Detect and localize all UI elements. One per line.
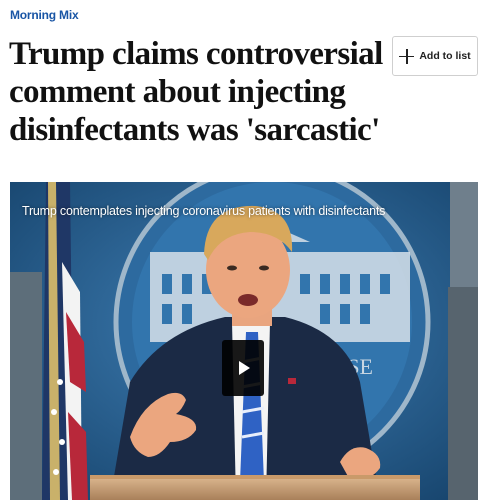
video-player[interactable]: ISE Trump contemplates injecting coronav… [10, 182, 478, 500]
headline-line-3: disinfectants was 'sarcastic' [9, 112, 380, 148]
article-headline: Trump claims controversial comment about… [9, 35, 383, 149]
add-to-list-button[interactable]: Add to list [392, 36, 478, 76]
plus-icon [399, 48, 415, 64]
play-button[interactable] [222, 340, 264, 396]
podium [90, 478, 420, 500]
play-icon [239, 361, 250, 375]
video-caption: Trump contemplates injecting coronavirus… [22, 204, 386, 218]
headline-line-1: Trump claims controversial [9, 36, 383, 72]
add-to-list-label: Add to list [419, 50, 471, 62]
section-kicker[interactable]: Morning Mix [10, 8, 79, 22]
headline-line-2: comment about injecting [9, 74, 346, 110]
